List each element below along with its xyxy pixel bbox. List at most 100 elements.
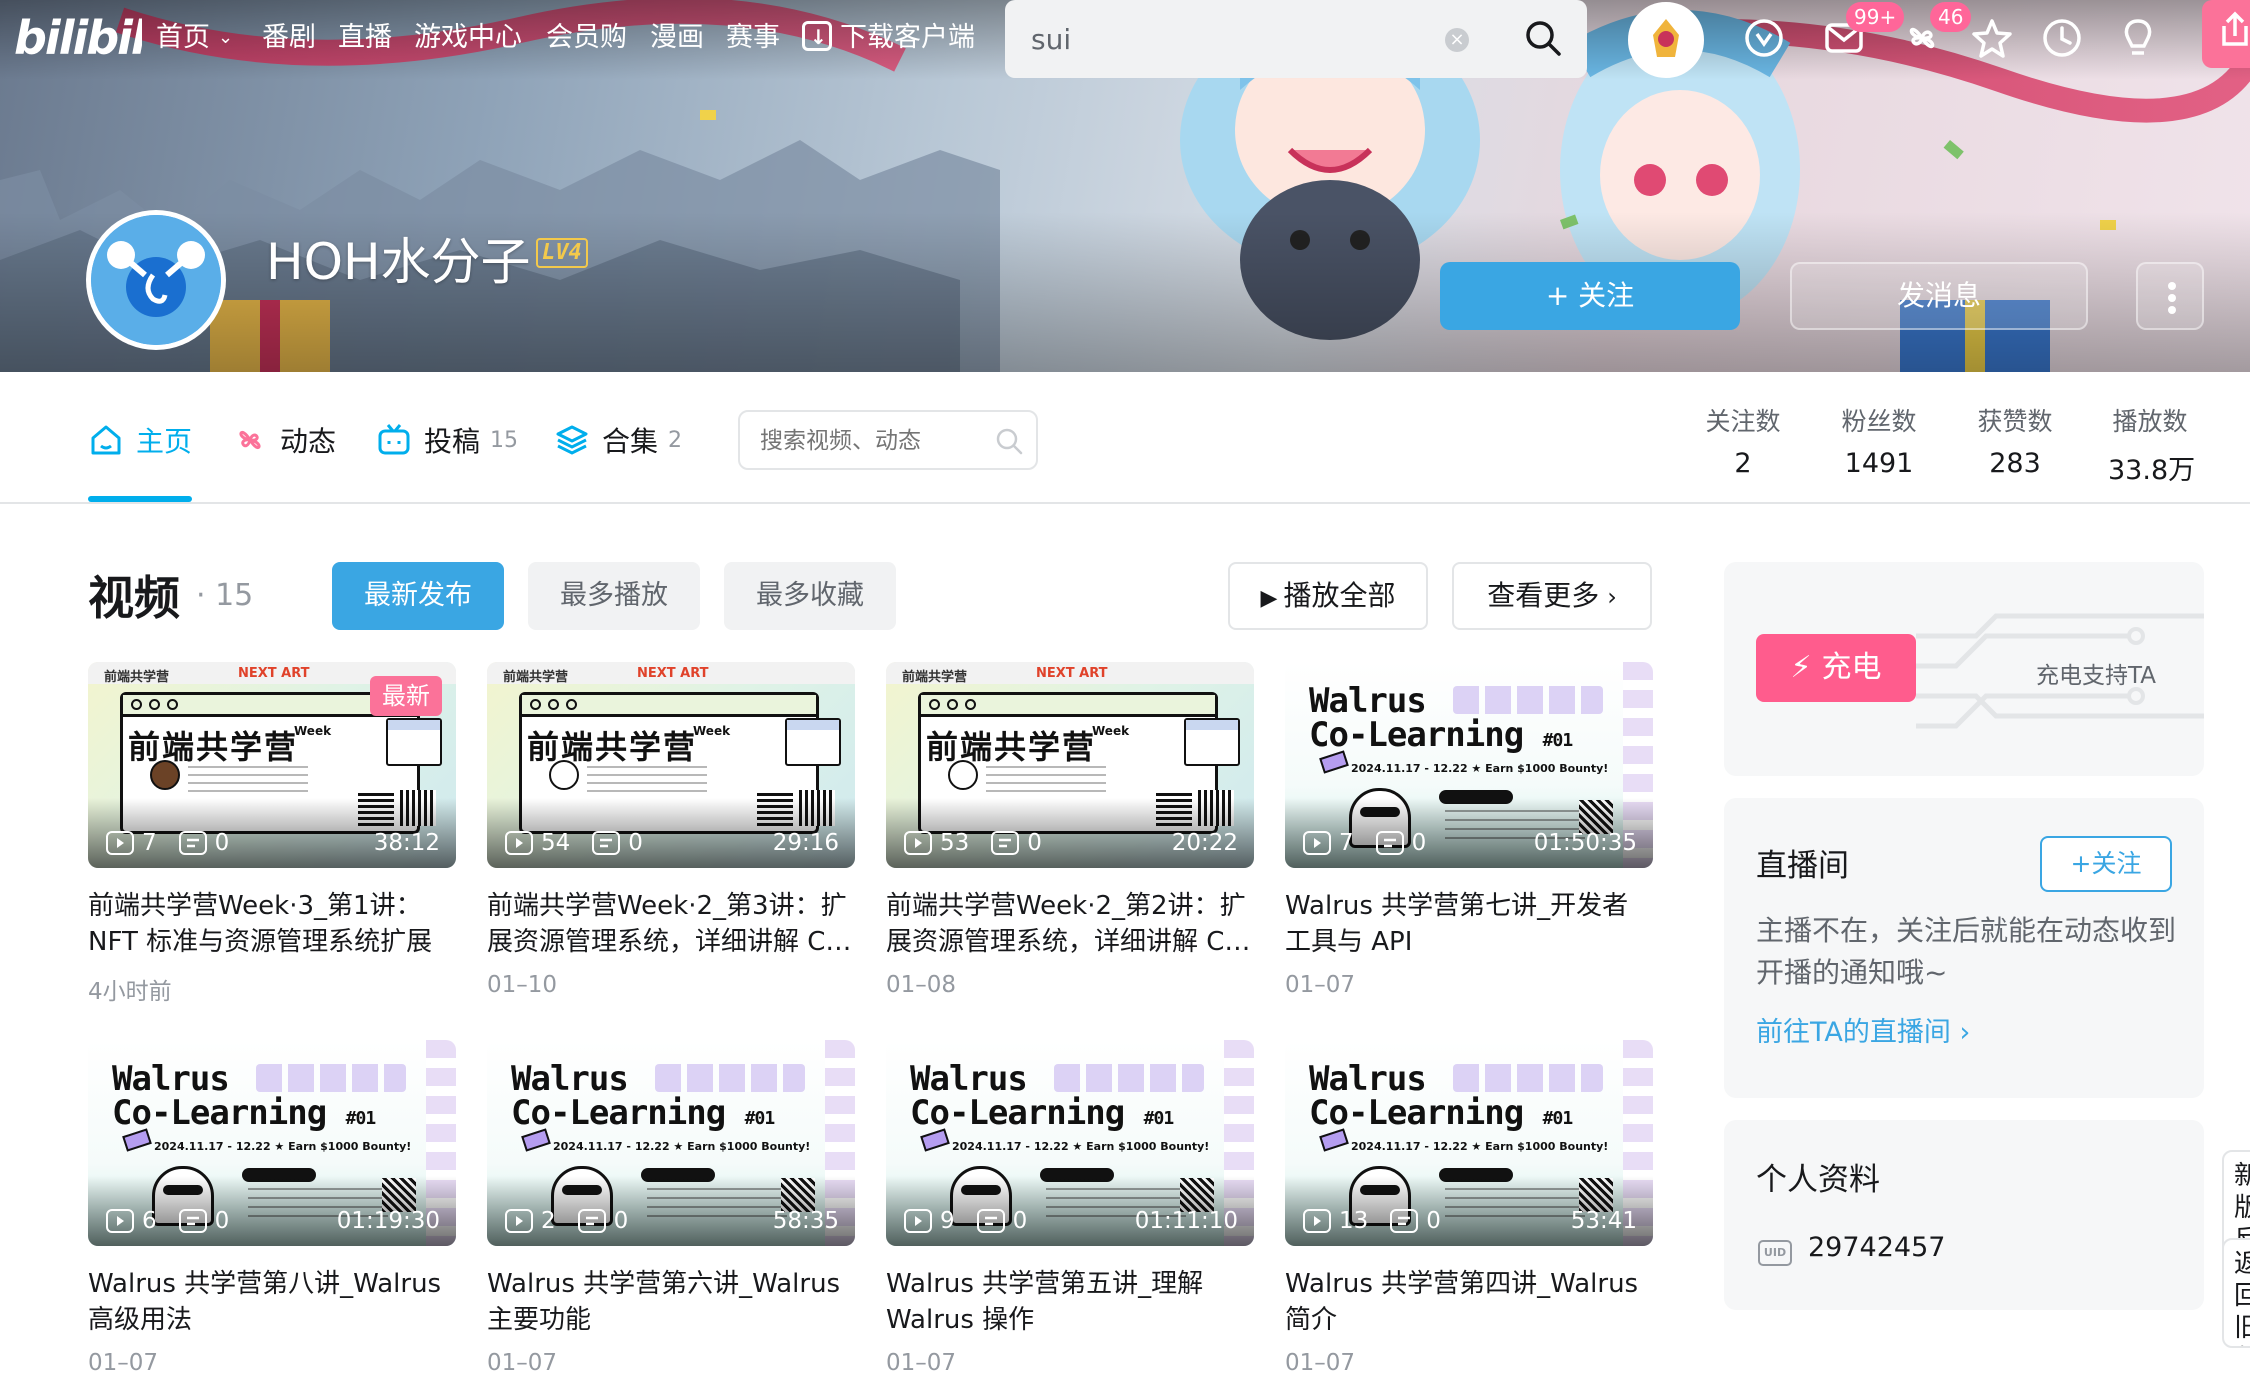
- space-search-input[interactable]: [760, 424, 980, 458]
- favorites-icon[interactable]: [1970, 16, 2014, 60]
- video-title[interactable]: Walrus 共学营第八讲_Walrus 高级用法: [88, 1266, 456, 1338]
- play-count: 6: [142, 1208, 157, 1234]
- vip-icon[interactable]: [1742, 16, 1786, 60]
- video-date: 01–07: [1285, 1350, 1356, 1376]
- search-input[interactable]: [1031, 18, 1451, 60]
- tab-videos[interactable]: 投稿 15: [376, 420, 518, 460]
- nav-home[interactable]: 首页 ⌄: [156, 18, 233, 58]
- sort-most-favorited-button[interactable]: 最多收藏: [724, 562, 896, 630]
- video-card[interactable]: Walrus Co-Learning #01 2024.11.17 - 12.2…: [1285, 1040, 1653, 1380]
- video-card[interactable]: Walrus Co-Learning #01 2024.11.17 - 12.2…: [886, 1040, 1254, 1380]
- search-icon[interactable]: [1523, 18, 1563, 58]
- danmaku-icon: [976, 1209, 1005, 1233]
- sort-most-played-button[interactable]: 最多播放: [528, 562, 700, 630]
- video-thumbnail[interactable]: Walrus Co-Learning #01 2024.11.17 - 12.2…: [886, 1040, 1254, 1246]
- video-thumbnail[interactable]: Walrus Co-Learning #01 2024.11.17 - 12.2…: [487, 1040, 855, 1246]
- see-more-button[interactable]: 查看更多 ›: [1452, 562, 1652, 630]
- stat-likes: 获赞数 283: [1977, 407, 2053, 479]
- danmaku-count: 0: [1027, 830, 1042, 856]
- tv-icon: [378, 424, 410, 455]
- svg-text:bilibili: bilibili: [14, 11, 142, 65]
- go-to-live-room-link[interactable]: 前往TA的直播间 ›: [1756, 1010, 1970, 1049]
- creator-center-icon[interactable]: [2116, 16, 2160, 60]
- video-card[interactable]: Walrus Co-Learning #01 2024.11.17 - 12.2…: [88, 1040, 456, 1380]
- charge-button[interactable]: ⚡ 充电: [1756, 634, 1916, 702]
- follow-button[interactable]: + 关注: [1440, 262, 1740, 330]
- video-card[interactable]: Walrus Co-Learning #01 2024.11.17 - 12.2…: [487, 1040, 855, 1380]
- video-date: 01–07: [487, 1350, 558, 1376]
- home-icon: [91, 425, 121, 455]
- layers-icon: [556, 425, 588, 455]
- video-card[interactable]: 前端共学营 NEXT ART 前端共学营 Week 54 0 29:16 前端共学…: [487, 662, 855, 1002]
- profile-avatar[interactable]: [86, 210, 226, 350]
- sort-latest-button[interactable]: 最新发布: [332, 562, 504, 630]
- nav-mall[interactable]: 会员购: [546, 18, 627, 58]
- nav-live[interactable]: 直播: [338, 18, 392, 58]
- upload-button[interactable]: [2202, 0, 2250, 68]
- tab-collections[interactable]: 合集 2: [554, 420, 682, 460]
- video-title[interactable]: Walrus 共学营第七讲_开发者工具与 API: [1285, 888, 1653, 960]
- space-search: [738, 410, 1038, 470]
- nav-download-client[interactable]: 下载客户端: [802, 17, 975, 58]
- video-title[interactable]: 前端共学营Week·2_第2讲：扩展资源管理系统，详细讲解 C…: [886, 888, 1254, 960]
- tab-dynamic[interactable]: 动态: [232, 420, 336, 460]
- play-count: 53: [940, 830, 970, 856]
- video-stats: 7 0 01:50:35: [1303, 828, 1637, 858]
- live-room-description: 主播不在，关注后就能在动态收到开播的通知哦~: [1756, 914, 2177, 989]
- video-title[interactable]: Walrus 共学营第四讲_Walrus 简介: [1285, 1266, 1653, 1338]
- danmaku-icon: [577, 1209, 606, 1233]
- top-navigation: bilibili 首页⌄ 番剧 直播 游戏中心 会员购 漫画 赛事 下载客户端 …: [0, 0, 2250, 80]
- user-avatar[interactable]: [1628, 2, 1704, 78]
- video-thumbnail[interactable]: Walrus Co-Learning #01 2024.11.17 - 12.2…: [1285, 662, 1653, 868]
- stat-following[interactable]: 关注数 2: [1704, 402, 1782, 479]
- search-icon[interactable]: [994, 426, 1024, 456]
- bilibili-logo[interactable]: bilibili: [14, 6, 164, 68]
- video-duration: 29:16: [772, 830, 839, 856]
- profile-tabs: 主页 动态 投稿15 合集2 关注数2 粉丝数1491 获赞数283 播放数33…: [0, 372, 2250, 504]
- video-card[interactable]: 前端共学营 NEXT ART 前端共学营 Week 53 0 20:22 前端共学…: [886, 662, 1254, 1002]
- nav-manga[interactable]: 漫画: [650, 18, 704, 58]
- video-stats: 54 0 29:16: [505, 828, 839, 858]
- video-title[interactable]: Walrus 共学营第五讲_理解 Walrus 操作: [886, 1266, 1254, 1338]
- video-card[interactable]: Walrus Co-Learning #01 2024.11.17 - 12.2…: [1285, 662, 1653, 1002]
- video-thumbnail[interactable]: 前端共学营 NEXT ART 前端共学营 Week 54 0 29:16: [487, 662, 855, 868]
- video-title[interactable]: 前端共学营Week·3_第1讲：NFT 标准与资源管理系统扩展: [88, 888, 456, 960]
- video-duration: 53:41: [1570, 1208, 1637, 1234]
- nav-anime[interactable]: 番剧: [262, 18, 316, 58]
- video-thumbnail[interactable]: 前端共学营 NEXT ART 前端共学营 Week 53 0 20:22: [886, 662, 1254, 868]
- video-stats: 2 0 58:35: [505, 1206, 839, 1236]
- video-date: 01–10: [487, 972, 558, 998]
- uid-value: 29742457: [1808, 1232, 1946, 1263]
- play-count-icon: [904, 831, 932, 855]
- nav-esports[interactable]: 赛事: [726, 18, 780, 58]
- play-count-icon: [904, 1209, 932, 1233]
- video-thumbnail[interactable]: Walrus Co-Learning #01 2024.11.17 - 12.2…: [88, 1040, 456, 1246]
- danmaku-icon: [178, 831, 207, 855]
- stat-plays: 播放数 33.8万: [2108, 407, 2196, 486]
- uid-icon: UID: [1758, 1240, 1792, 1266]
- video-thumbnail[interactable]: 前端共学营 NEXT ART 前端共学营 Week 最新 7 0 38:12: [88, 662, 456, 868]
- lightning-icon: ⚡: [1790, 650, 1812, 685]
- chevron-down-icon: ⌄: [218, 27, 234, 48]
- send-message-button[interactable]: 发消息: [1790, 262, 2088, 330]
- old-version-float-tab[interactable]: 返回旧版: [2222, 1238, 2250, 1348]
- video-thumbnail[interactable]: Walrus Co-Learning #01 2024.11.17 - 12.2…: [1285, 1040, 1653, 1246]
- video-title[interactable]: 前端共学营Week·2_第3讲：扩展资源管理系统，详细讲解 C…: [487, 888, 855, 960]
- charge-card: ⚡ 充电 充电支持TA: [1724, 562, 2204, 776]
- play-count: 2: [541, 1208, 556, 1234]
- video-card[interactable]: 前端共学营 NEXT ART 前端共学营 Week 最新 7 0 38:12 前端…: [88, 662, 456, 1005]
- play-count: 54: [541, 830, 571, 856]
- stat-followers[interactable]: 粉丝数 1491: [1840, 402, 1918, 479]
- clear-search-icon[interactable]: ×: [1445, 28, 1469, 52]
- nav-game-center[interactable]: 游戏中心: [414, 18, 522, 58]
- danmaku-count: 0: [214, 830, 230, 856]
- tab-home[interactable]: 主页: [88, 420, 192, 460]
- video-duration: 20:22: [1171, 830, 1238, 856]
- play-all-button[interactable]: ▶ 播放全部: [1228, 562, 1428, 630]
- chevron-right-icon: ›: [1607, 583, 1617, 611]
- more-options-button[interactable]: [2136, 262, 2204, 330]
- video-title[interactable]: Walrus 共学营第六讲_Walrus 主要功能: [487, 1266, 855, 1338]
- danmaku-count: 0: [1426, 1208, 1441, 1234]
- history-icon[interactable]: [2040, 16, 2084, 60]
- live-follow-button[interactable]: +关注: [2040, 836, 2172, 892]
